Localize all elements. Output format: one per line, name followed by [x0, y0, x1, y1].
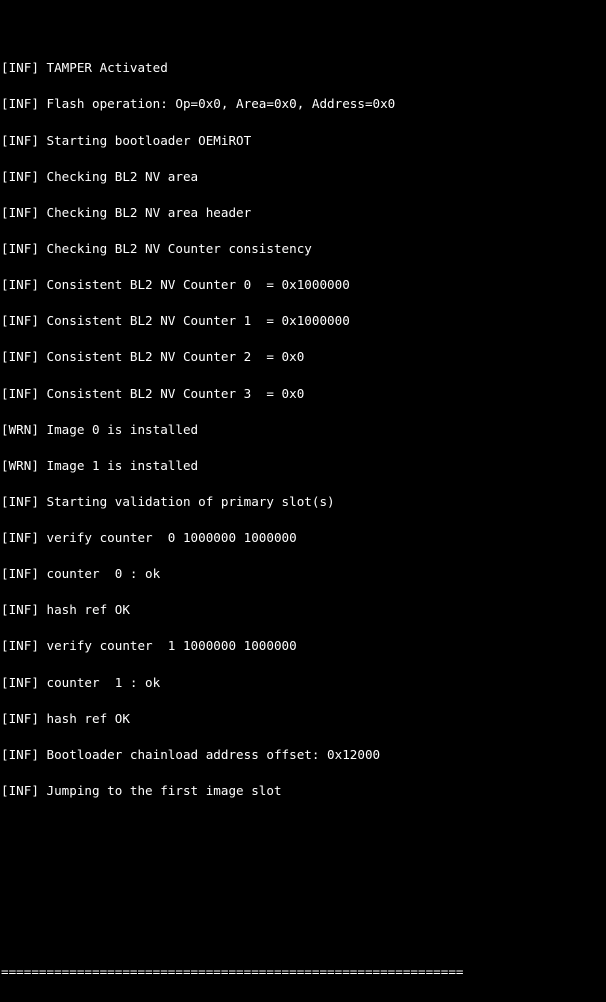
log-line: [INF] counter 1 : ok	[1, 677, 606, 689]
spacer	[1, 893, 606, 905]
log-line: [INF] Consistent BL2 NV Counter 3 = 0x0	[1, 388, 606, 400]
log-line: [INF] Consistent BL2 NV Counter 0 = 0x10…	[1, 279, 606, 291]
log-line: [INF] hash ref OK	[1, 604, 606, 616]
log-line: [INF] Consistent BL2 NV Counter 2 = 0x0	[1, 351, 606, 363]
log-line: [INF] Consistent BL2 NV Counter 1 = 0x10…	[1, 315, 606, 327]
log-line: [INF] Bootloader chainload address offse…	[1, 749, 606, 761]
terminal-screen[interactable]: [INF] TAMPER Activated [INF] Flash opera…	[0, 0, 606, 501]
spacer	[1, 857, 606, 869]
banner-top-rule: ========================================…	[1, 966, 606, 978]
log-line: [INF] verify counter 1 1000000 1000000	[1, 640, 606, 652]
log-line: [INF] TAMPER Activated	[1, 62, 606, 74]
log-line: [INF] Jumping to the first image slot	[1, 785, 606, 797]
log-line: [INF] verify counter 0 1000000 1000000	[1, 532, 606, 544]
log-line: [INF] hash ref OK	[1, 713, 606, 725]
log-line: [INF] Checking BL2 NV Counter consistenc…	[1, 243, 606, 255]
copyright-banner: ========================================…	[1, 942, 606, 1002]
boot-log-block: [INF] TAMPER Activated [INF] Flash opera…	[1, 38, 606, 821]
log-line: [INF] Starting bootloader OEMiROT	[1, 135, 606, 147]
log-line: [INF] Checking BL2 NV area	[1, 171, 606, 183]
log-line: [WRN] Image 1 is installed	[1, 460, 606, 472]
log-line: [WRN] Image 0 is installed	[1, 424, 606, 436]
log-line: [INF] Starting validation of primary slo…	[1, 496, 606, 508]
log-line: [INF] Checking BL2 NV area header	[1, 207, 606, 219]
log-line: [INF] Flash operation: Op=0x0, Area=0x0,…	[1, 98, 606, 110]
log-line: [INF] counter 0 : ok	[1, 568, 606, 580]
